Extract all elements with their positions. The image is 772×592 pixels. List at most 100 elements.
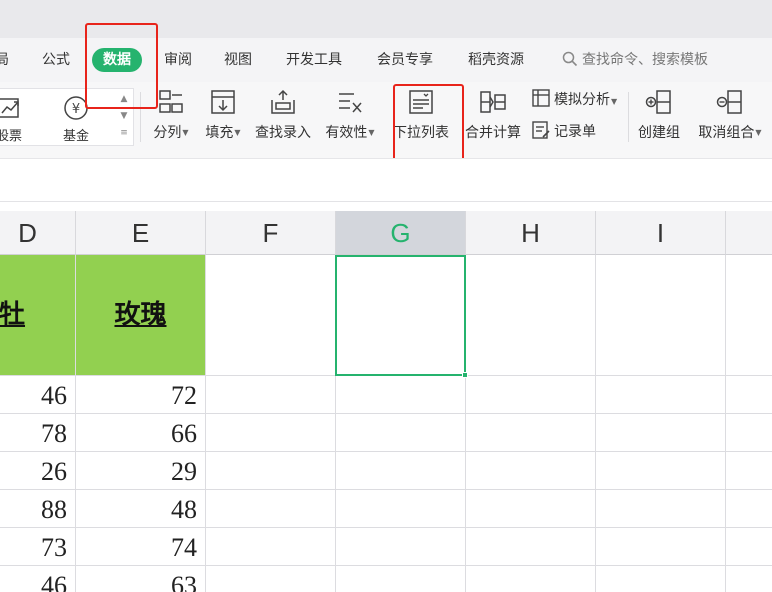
- cell-e[interactable]: 74: [76, 528, 206, 566]
- active-cell-selection[interactable]: [335, 255, 466, 376]
- cell-f[interactable]: [206, 414, 336, 452]
- cell-g[interactable]: [336, 452, 466, 490]
- cell-d[interactable]: 88: [0, 490, 76, 528]
- column-header-i[interactable]: I: [596, 211, 726, 255]
- cell-g[interactable]: [336, 376, 466, 414]
- fill-button[interactable]: 填充▼: [200, 82, 246, 158]
- consolidate-button[interactable]: 合并计算: [462, 82, 524, 158]
- cell-value: 46: [41, 381, 67, 410]
- chevron-down-icon[interactable]: ▼: [611, 97, 617, 106]
- ungroup-label: 取消组合: [698, 125, 755, 141]
- cell-g[interactable]: [336, 566, 466, 592]
- cell-d[interactable]: 78: [0, 414, 76, 452]
- validation-button[interactable]: 有效性▼: [322, 82, 378, 158]
- cell-d[interactable]: 73: [0, 528, 76, 566]
- chevron-down-icon[interactable]: ▼: [755, 128, 761, 137]
- chevron-down-icon[interactable]: ▼: [182, 128, 188, 137]
- stock-button[interactable]: 股票: [0, 89, 34, 147]
- cell-h[interactable]: [466, 490, 596, 528]
- cell-h[interactable]: [466, 376, 596, 414]
- tab-review[interactable]: 审阅: [164, 48, 192, 72]
- cell-e-header[interactable]: 玫瑰: [76, 255, 206, 376]
- cell-d[interactable]: 46: [0, 566, 76, 592]
- fund-button[interactable]: ¥ 基金: [51, 89, 101, 147]
- column-header-next[interactable]: [726, 211, 772, 255]
- cell-d[interactable]: 26: [0, 452, 76, 490]
- cell-f[interactable]: [206, 490, 336, 528]
- cell-d-header[interactable]: 牡: [0, 255, 76, 376]
- dropdown-list-button[interactable]: 下拉列表: [390, 82, 452, 158]
- tab-formulas[interactable]: 公式: [42, 48, 70, 72]
- cell-i-header[interactable]: [596, 255, 726, 376]
- expand-gallery-icon[interactable]: ≡: [116, 125, 132, 142]
- column-header-e[interactable]: E: [76, 211, 206, 255]
- cell-f[interactable]: [206, 376, 336, 414]
- cell-next[interactable]: [726, 490, 772, 528]
- find-entry-button[interactable]: 查找录入: [251, 82, 315, 158]
- column-header-g[interactable]: G: [336, 211, 466, 255]
- cell-e[interactable]: 48: [76, 490, 206, 528]
- tab-view[interactable]: 视图: [224, 48, 252, 72]
- cell-d[interactable]: 46: [0, 376, 76, 414]
- stock-label: 股票: [0, 129, 22, 144]
- create-group-label: 创建组: [638, 125, 680, 141]
- group-icon: [645, 90, 671, 114]
- split-column-button[interactable]: 分列▼: [148, 82, 194, 158]
- cell-g[interactable]: [336, 414, 466, 452]
- chevron-down-icon[interactable]: ▼: [234, 128, 240, 137]
- column-header-f[interactable]: F: [206, 211, 336, 255]
- gallery-scroller[interactable]: ▲ ▼ ≡: [116, 91, 132, 143]
- cell-f[interactable]: [206, 452, 336, 490]
- cell-g[interactable]: [336, 490, 466, 528]
- cell-i[interactable]: [596, 376, 726, 414]
- tab-data[interactable]: 数据: [92, 48, 142, 72]
- cell-h[interactable]: [466, 452, 596, 490]
- fill-handle[interactable]: [462, 372, 468, 378]
- cell-i[interactable]: [596, 452, 726, 490]
- create-group-button[interactable]: 创建组: [634, 82, 684, 158]
- tab-member[interactable]: 会员专享: [377, 48, 433, 72]
- cell-i[interactable]: [596, 414, 726, 452]
- column-header-h[interactable]: H: [466, 211, 596, 255]
- cell-value: 46: [41, 571, 67, 592]
- cell-g[interactable]: [336, 528, 466, 566]
- spreadsheet-grid: 牡 玫瑰 46 72 78 66 26 29 88 48 73 74 46 63: [0, 255, 772, 592]
- cell-i[interactable]: [596, 528, 726, 566]
- cell-h[interactable]: [466, 566, 596, 592]
- cell-next[interactable]: [726, 528, 772, 566]
- cell-i[interactable]: [596, 566, 726, 592]
- tab-resources[interactable]: 稻壳资源: [468, 48, 524, 72]
- chevron-down-icon[interactable]: ▼: [368, 128, 374, 137]
- record-form-label: 记录单: [554, 124, 596, 140]
- cell-next[interactable]: [726, 566, 772, 592]
- cell-value: 78: [41, 419, 67, 448]
- split-column-icon: [159, 90, 183, 113]
- cell-f[interactable]: [206, 528, 336, 566]
- cell-next[interactable]: [726, 414, 772, 452]
- column-header-d[interactable]: D: [0, 211, 76, 255]
- cell-i[interactable]: [596, 490, 726, 528]
- record-form-button[interactable]: 记录单: [531, 120, 596, 144]
- cell-f[interactable]: [206, 566, 336, 592]
- cell-e[interactable]: 29: [76, 452, 206, 490]
- cell-h[interactable]: [466, 414, 596, 452]
- fill-down-icon: [211, 90, 235, 114]
- scroll-down-icon[interactable]: ▼: [116, 108, 132, 125]
- command-search[interactable]: 查找命令、搜索模板: [562, 48, 708, 72]
- scroll-up-icon[interactable]: ▲: [116, 91, 132, 108]
- cell-h[interactable]: [466, 528, 596, 566]
- ungroup-button[interactable]: 取消组合▼: [692, 82, 768, 158]
- cell-h-header[interactable]: [466, 255, 596, 376]
- cell-f-header[interactable]: [206, 255, 336, 376]
- tab-page-layout[interactable]: 局: [0, 48, 9, 72]
- cell-next[interactable]: [726, 376, 772, 414]
- formula-bar[interactable]: [0, 158, 772, 202]
- cell-next[interactable]: [726, 452, 772, 490]
- what-if-analysis-button[interactable]: 模拟分析▼: [531, 88, 617, 112]
- cell-e[interactable]: 63: [76, 566, 206, 592]
- tab-developer[interactable]: 开发工具: [286, 48, 342, 72]
- cell-next-header[interactable]: [726, 255, 772, 376]
- cell-e[interactable]: 66: [76, 414, 206, 452]
- what-if-analysis-label: 模拟分析: [554, 92, 610, 108]
- cell-e[interactable]: 72: [76, 376, 206, 414]
